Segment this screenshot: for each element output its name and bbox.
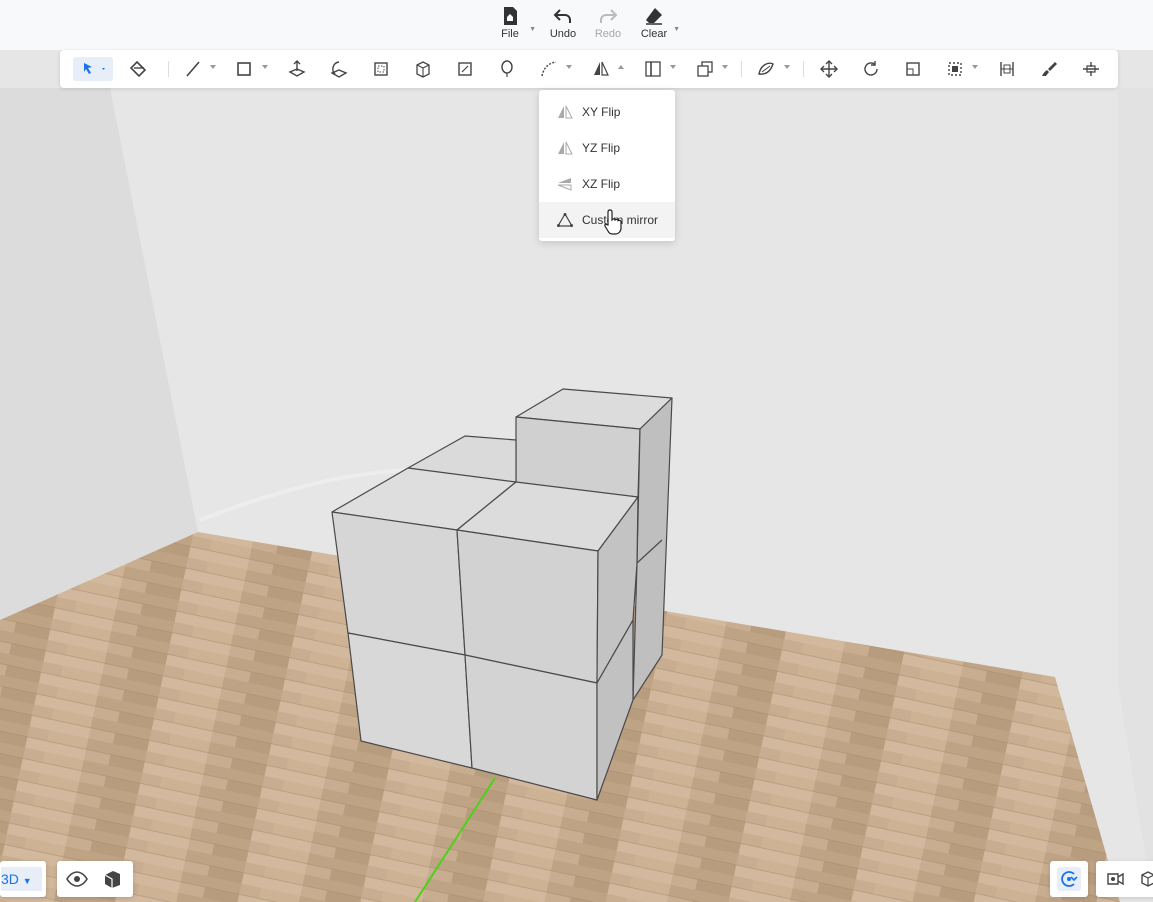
main-toolbar (60, 50, 1118, 88)
curve-caret-icon[interactable] (566, 65, 572, 69)
undo-icon (553, 9, 571, 23)
xy-flip-icon (556, 105, 574, 119)
view-mode-toggle[interactable]: 3D ▼ (1, 867, 42, 891)
3d-box-tool[interactable] (411, 57, 435, 81)
top-menu-bar: File ▼ Undo Redo Clear ▼ (0, 0, 1153, 50)
yz-flip-icon (556, 141, 574, 155)
redo-icon (600, 9, 618, 23)
undo-label: Undo (549, 28, 577, 40)
box-icon (416, 61, 430, 78)
clear-label: Clear (640, 28, 668, 40)
move-icon (820, 60, 838, 78)
group-caret-icon[interactable] (722, 65, 728, 69)
file-icon (504, 7, 517, 25)
flip-tool[interactable] (589, 57, 613, 81)
file-label: File (501, 28, 519, 40)
clear-button[interactable]: Clear ▼ (632, 6, 680, 46)
group-icon (697, 61, 713, 77)
view-tools-panel (57, 861, 133, 897)
view-mode-panel: 3D ▼ (0, 861, 46, 897)
select-arrow-icon (84, 63, 105, 74)
object-view-button[interactable] (100, 867, 124, 891)
menu-item-label: YZ Flip (582, 141, 621, 155)
xz-flip-icon (556, 177, 574, 191)
line-tool[interactable] (181, 57, 205, 81)
scale-icon (906, 62, 920, 76)
rotate-icon (864, 61, 878, 76)
paint-bucket-tool[interactable] (127, 57, 151, 81)
extend-icon (1083, 62, 1099, 76)
redo-button[interactable]: Redo (586, 6, 630, 46)
file-caret-icon: ▼ (529, 26, 536, 33)
brush-icon (1042, 62, 1057, 76)
magnet-snap-icon (1061, 871, 1078, 887)
line-icon (186, 61, 200, 77)
curve-icon (541, 61, 557, 77)
selection-frame-tool[interactable] (943, 57, 967, 81)
menu-item-label: XZ Flip (582, 177, 621, 191)
3d-view-button[interactable] (1136, 867, 1153, 891)
rectangle-icon (237, 62, 251, 76)
material-icon (758, 62, 774, 75)
curve-tool[interactable] (537, 57, 561, 81)
offset-tool[interactable] (327, 57, 351, 81)
menu-item-label: XY Flip (582, 105, 621, 119)
redo-label: Redo (594, 28, 622, 40)
snap-toggle-button[interactable] (1057, 867, 1081, 891)
brush-tool[interactable] (1037, 57, 1061, 81)
select-box-icon (374, 62, 388, 76)
settings-panel (1096, 861, 1153, 897)
view-mode-label: 3D (1, 871, 19, 887)
view-mode-caret-icon: ▼ (22, 876, 32, 886)
visibility-button[interactable] (65, 867, 89, 891)
section-tool[interactable] (453, 57, 477, 81)
toolbar-separator (803, 61, 804, 77)
flip-icon (594, 61, 609, 76)
align-tool[interactable] (641, 57, 665, 81)
group-tool[interactable] (693, 57, 717, 81)
rectangle-caret-icon[interactable] (262, 65, 268, 69)
camera-settings-icon (1107, 872, 1124, 886)
align-caret-icon[interactable] (670, 65, 676, 69)
eraser-icon (646, 8, 662, 25)
snap-panel (1050, 861, 1088, 897)
menu-item-xy-flip[interactable]: XY Flip (539, 94, 675, 130)
menu-item-yz-flip[interactable]: YZ Flip (539, 130, 675, 166)
file-button[interactable]: File ▼ (488, 6, 536, 46)
move-tool[interactable] (817, 57, 841, 81)
cube-icon (104, 871, 120, 888)
material-tool[interactable] (754, 57, 778, 81)
scale-tool[interactable] (901, 57, 925, 81)
paint-bucket-icon (130, 60, 147, 78)
line-caret-icon[interactable] (210, 65, 216, 69)
dimension-tool[interactable] (995, 57, 1019, 81)
toolbar-separator (741, 61, 742, 77)
custom-mirror-icon (556, 213, 574, 227)
box-outline-icon (1141, 871, 1153, 887)
rotate-tool[interactable] (859, 57, 883, 81)
dimension-icon (1000, 62, 1014, 76)
camera-settings-button[interactable] (1104, 867, 1128, 891)
rectangle-tool[interactable] (232, 57, 256, 81)
select-tool[interactable] (73, 57, 113, 81)
eye-icon (66, 871, 88, 887)
select-box-tool[interactable] (369, 57, 393, 81)
selection-frame-caret-icon[interactable] (972, 65, 978, 69)
toolbar-separator (168, 61, 169, 77)
align-icon (645, 61, 661, 77)
extend-tool[interactable] (1079, 57, 1103, 81)
menu-item-xz-flip[interactable]: XZ Flip (539, 166, 675, 202)
hand-cursor-icon (604, 209, 622, 235)
section-icon (458, 62, 472, 76)
undo-button[interactable]: Undo (541, 6, 585, 46)
balloon-tool[interactable] (495, 57, 519, 81)
selection-frame-icon (948, 62, 962, 76)
material-caret-icon[interactable] (784, 65, 790, 69)
offset-icon (330, 61, 348, 78)
clear-caret-icon: ▼ (673, 26, 680, 33)
push-pull-icon (288, 60, 306, 77)
flip-caret-icon[interactable] (618, 65, 624, 69)
balloon-icon (501, 60, 513, 77)
push-pull-tool[interactable] (285, 57, 309, 81)
